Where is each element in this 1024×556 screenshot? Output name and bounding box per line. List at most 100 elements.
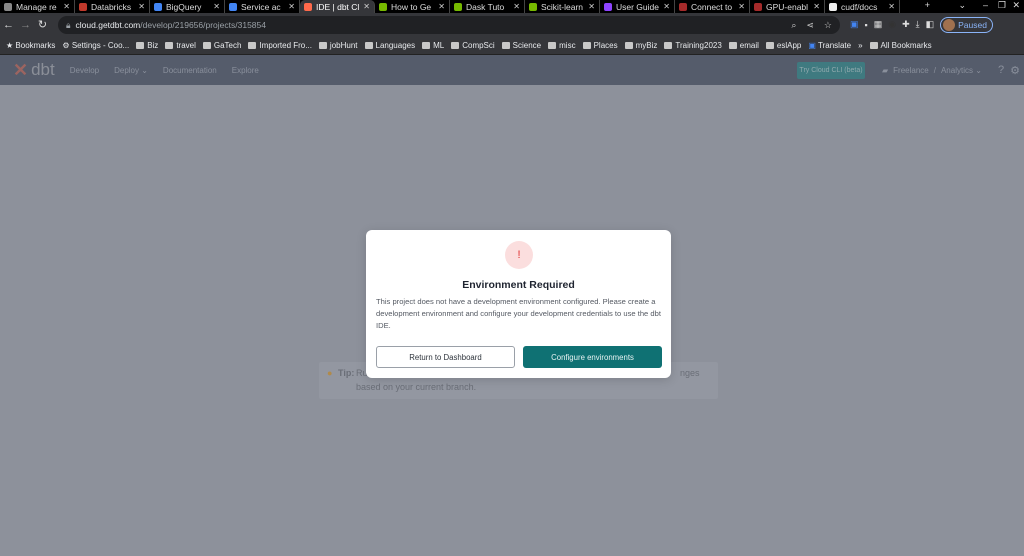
- bookmark-item[interactable]: ML: [422, 41, 444, 50]
- tab-title: Scikit-learn: [541, 1, 584, 12]
- folder-icon: [548, 41, 557, 49]
- star-icon: ★: [6, 40, 16, 50]
- close-tab-icon[interactable]: ✕: [138, 2, 145, 11]
- gear-icon: ⚙: [62, 40, 72, 50]
- lightbulb-icon: ●: [327, 368, 333, 378]
- bookmark-item[interactable]: Languages: [364, 41, 415, 50]
- bookmark-item[interactable]: ▣ Translate: [808, 41, 851, 50]
- lock-icon: 🔒︎: [66, 19, 71, 30]
- extensions-puzzle-icon[interactable]: ✚: [902, 19, 910, 30]
- close-tab-icon[interactable]: ✕: [288, 2, 295, 11]
- browser-tab[interactable]: Service ac ✕: [225, 0, 300, 13]
- browser-tab[interactable]: Dask Tuto ✕: [450, 0, 525, 13]
- profile-button[interactable]: Paused: [940, 16, 993, 33]
- bookmark-item[interactable]: email: [728, 41, 759, 50]
- forward-button[interactable]: →: [17, 19, 34, 31]
- close-tab-icon[interactable]: ✕: [438, 2, 445, 11]
- address-bar-row: ← → ↻ 🔒︎ cloud.getdbt.com/develop/219656…: [0, 13, 1024, 36]
- tab-title: IDE | dbt Cl: [316, 1, 360, 12]
- bookmark-item[interactable]: Imported Fro...: [248, 41, 312, 50]
- browser-tab[interactable]: Databricks ✕: [75, 0, 150, 13]
- bookmark-item[interactable]: All Bookmarks: [869, 41, 932, 50]
- back-button[interactable]: ←: [0, 19, 17, 31]
- close-tab-icon[interactable]: ✕: [888, 2, 895, 11]
- nav-develop[interactable]: Develop: [70, 66, 99, 75]
- close-tab-icon[interactable]: ✕: [513, 2, 520, 11]
- share-icon[interactable]: ⋖: [806, 20, 814, 31]
- download-icon[interactable]: ⤓: [916, 19, 920, 30]
- tab-favicon-icon: [454, 2, 462, 11]
- close-tab-icon[interactable]: ✕: [588, 2, 595, 11]
- bookmark-item[interactable]: Training2023: [664, 41, 722, 50]
- nav-deploy[interactable]: Deploy ⌄: [114, 66, 148, 75]
- gear-icon[interactable]: ⚙: [1010, 64, 1020, 77]
- reload-button[interactable]: ↻: [34, 18, 51, 31]
- bookmark-item[interactable]: travel: [165, 41, 196, 50]
- dbt-logo[interactable]: ✕ dbt: [13, 60, 55, 81]
- dialog-message: This project does not have a development…: [376, 297, 661, 330]
- browser-tab[interactable]: cudf/docs ✕: [825, 0, 900, 13]
- bookmark-item[interactable]: ⚙ Settings - Coo...: [62, 41, 129, 50]
- bookmark-item[interactable]: Biz: [136, 41, 158, 50]
- translate-extension-icon[interactable]: ▣: [850, 19, 859, 30]
- bookmark-item[interactable]: CompSci: [451, 41, 495, 50]
- zoom-icon[interactable]: ⌕: [791, 20, 796, 31]
- tab-title: Service ac: [241, 1, 281, 12]
- folder-icon: [664, 41, 673, 49]
- new-tab-button[interactable]: +: [925, 0, 930, 10]
- browser-tab[interactable]: GPU-enabl ✕: [750, 0, 825, 13]
- close-window-button[interactable]: ✕: [1012, 0, 1020, 11]
- minimize-button[interactable]: –: [983, 0, 988, 10]
- help-icon[interactable]: ?: [998, 64, 1004, 76]
- bookmark-star-icon[interactable]: ☆: [824, 20, 832, 31]
- environment-required-dialog: ! Environment Required This project does…: [366, 230, 671, 378]
- tab-search-icon[interactable]: ⌄: [958, 0, 966, 11]
- browser-tab[interactable]: IDE | dbt Cl ✕: [300, 0, 375, 13]
- return-to-dashboard-button[interactable]: Return to Dashboard: [376, 346, 515, 368]
- browser-tab[interactable]: Manage re ✕: [0, 0, 75, 13]
- folder-icon: [165, 41, 174, 49]
- close-tab-icon[interactable]: ✕: [813, 2, 820, 11]
- folder-icon: [136, 41, 145, 49]
- bookmark-item[interactable]: »: [858, 41, 862, 50]
- tab-favicon-icon: [229, 2, 237, 11]
- configure-environments-button[interactable]: Configure environments: [523, 346, 662, 368]
- url-input[interactable]: 🔒︎ cloud.getdbt.com/develop/219656/proje…: [58, 16, 840, 34]
- dbt-header: ✕ dbt Develop Deploy ⌄ Documentation Expl…: [0, 55, 1024, 85]
- browser-tab-bar: Manage re ✕ Databricks ✕ BigQuery ✕ Service ac…: [0, 0, 1024, 13]
- tab-favicon-icon: [604, 2, 612, 11]
- bookmark-item[interactable]: eslApp: [765, 41, 801, 50]
- close-tab-icon[interactable]: ✕: [663, 2, 670, 11]
- browser-tab[interactable]: Scikit-learn ✕: [525, 0, 600, 13]
- dbt-logo-icon: ✕: [13, 59, 29, 80]
- browser-tab[interactable]: How to Ge ✕: [375, 0, 450, 13]
- browser-tab[interactable]: Connect to ✕: [675, 0, 750, 13]
- try-cloud-cli-button[interactable]: Try Cloud CLI (beta): [797, 62, 865, 79]
- bookmark-item[interactable]: GaTech: [202, 41, 241, 50]
- browser-tab[interactable]: BigQuery ✕: [150, 0, 225, 13]
- tab-title: Databricks: [91, 1, 132, 12]
- bookmark-item[interactable]: jobHunt: [318, 41, 358, 50]
- project-selector[interactable]: ▰ Freelance / Analytics ⌄: [882, 55, 982, 85]
- extension-icon[interactable]: ◉: [888, 19, 896, 30]
- extension-icon[interactable]: ▦: [874, 19, 883, 30]
- bookmark-item[interactable]: Places: [582, 41, 618, 50]
- folder-icon: [765, 41, 774, 49]
- folder-icon: [501, 41, 510, 49]
- bookmark-item[interactable]: ★ Bookmarks: [6, 41, 55, 50]
- nav-documentation[interactable]: Documentation: [163, 66, 217, 75]
- extension-icon[interactable]: ▪: [865, 20, 868, 30]
- bookmark-item[interactable]: misc: [548, 41, 576, 50]
- bookmark-item[interactable]: myBiz: [624, 41, 657, 50]
- side-panel-icon[interactable]: ◧: [926, 19, 935, 30]
- close-tab-icon[interactable]: ✕: [738, 2, 745, 11]
- bookmark-item[interactable]: Science: [501, 41, 541, 50]
- maximize-button[interactable]: ❐: [998, 0, 1006, 11]
- close-tab-icon[interactable]: ✕: [213, 2, 220, 11]
- browser-tab[interactable]: User Guide ✕: [600, 0, 675, 13]
- close-tab-icon[interactable]: ✕: [363, 2, 370, 11]
- tab-favicon-icon: [679, 2, 687, 11]
- tab-favicon-icon: [379, 2, 387, 11]
- close-tab-icon[interactable]: ✕: [63, 2, 70, 11]
- nav-explore[interactable]: Explore: [232, 66, 259, 75]
